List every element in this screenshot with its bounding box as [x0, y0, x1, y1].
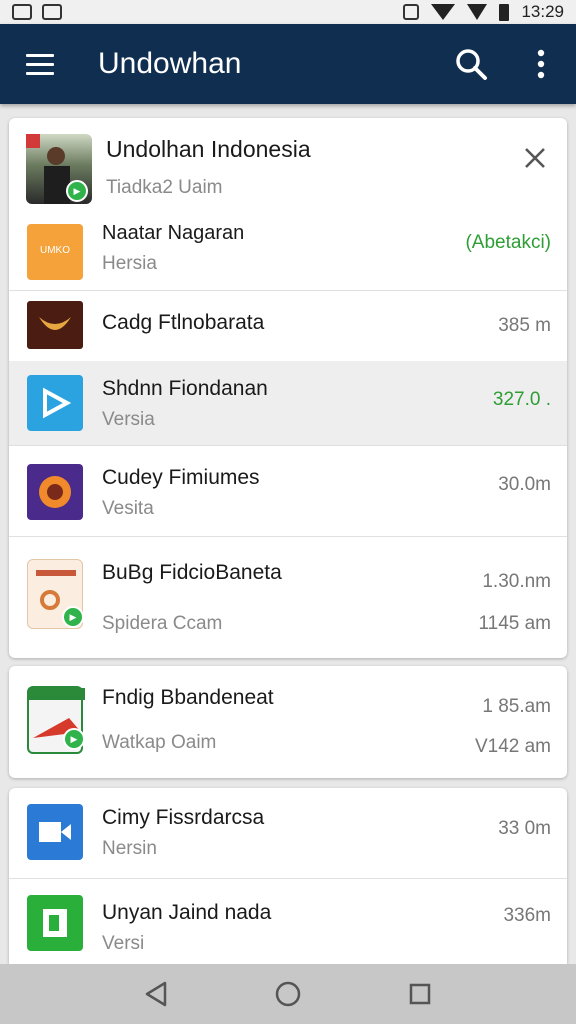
- item-progress: 327.0 .: [492, 389, 551, 410]
- back-triangle-icon[interactable]: [126, 964, 186, 1024]
- green-app-icon: [27, 895, 83, 951]
- list-item[interactable]: Cadg Ftlnobarata 385 m: [9, 291, 567, 361]
- signal-icon: [467, 4, 488, 20]
- item-subtitle: Versi: [102, 933, 145, 954]
- list-item[interactable]: ▶ BuBg FidcioBaneta Spidera Ccam 1.30.nm…: [9, 537, 567, 658]
- status-time: 13:29: [521, 2, 564, 21]
- list-item[interactable]: ▶ Fndig Bbandeneat Watkap Oaim 1 85.am V…: [9, 666, 567, 778]
- item-size: 1.30.nm: [482, 571, 551, 592]
- list-item[interactable]: UMKO Naatar Nagaran Hersia (Abetakci): [9, 210, 567, 290]
- close-icon[interactable]: [515, 138, 555, 178]
- item-time: 1145 am: [478, 613, 551, 634]
- download-list-card: Cimy Fissrdarcsa Nersin 33 0m Unyan Jain…: [9, 788, 567, 964]
- item-title: Cudey Fimiumes: [102, 466, 260, 489]
- video-app-icon: [27, 804, 83, 860]
- system-nav-bar: [0, 964, 576, 1024]
- header-item[interactable]: ▶ Undolhan Indonesia Tiadka2 Uaim: [9, 118, 567, 210]
- orange-app-icon: UMKO: [27, 224, 83, 280]
- battery-icon: [499, 3, 510, 21]
- item-subtitle: Hersia: [102, 253, 157, 274]
- item-title: Fndig Bbandeneat: [102, 686, 274, 709]
- item-subtitle: Versia: [102, 409, 155, 430]
- header-title: Undolhan Indonesia: [106, 136, 311, 162]
- calendar-app-icon: ▶: [27, 686, 85, 754]
- play-badge-icon: ▶: [66, 180, 88, 202]
- item-subtitle: Watkap Oaim: [102, 732, 217, 753]
- list-item[interactable]: Cimy Fissrdarcsa Nersin 33 0m: [9, 788, 567, 878]
- list-item-selected[interactable]: Shdnn Fiondanan Versia 327.0 .: [9, 361, 567, 445]
- banana-app-icon: [27, 301, 83, 349]
- item-title: BuBg FidcioBaneta: [102, 561, 282, 584]
- item-size: 33 0m: [498, 818, 551, 839]
- item-time: V142 am: [474, 736, 551, 757]
- search-icon[interactable]: [436, 24, 506, 104]
- wifi-icon: [431, 4, 456, 20]
- play-app-icon: [27, 375, 83, 431]
- image-notification-icon: [42, 4, 62, 20]
- sunflower-app-icon: [27, 464, 83, 520]
- item-size: 385 m: [498, 315, 551, 336]
- play-badge-icon: ▶: [62, 606, 84, 628]
- list-item[interactable]: Cudey Fimiumes Vesita 30.0m: [9, 446, 567, 536]
- item-size: 1 85.am: [482, 696, 551, 717]
- item-title: Shdnn Fiondanan: [102, 377, 268, 400]
- download-list-card: ▶ Fndig Bbandeneat Watkap Oaim 1 85.am V…: [9, 666, 567, 778]
- list-item[interactable]: Unyan Jaind nada Versi 336m: [9, 879, 567, 964]
- hamburger-menu-icon[interactable]: [0, 24, 80, 104]
- app-title: Undowhan: [98, 47, 242, 80]
- item-title: Naatar Nagaran: [102, 222, 245, 244]
- header-subtitle: Tiadka2 Uaim: [106, 177, 223, 198]
- app-bar: Undowhan: [0, 24, 576, 104]
- item-size: 336m: [503, 905, 551, 926]
- item-subtitle: Spidera Ccam: [102, 613, 223, 634]
- header-photo-icon: ▶: [26, 134, 92, 204]
- play-badge-icon: ▶: [63, 728, 85, 750]
- item-size: 30.0m: [498, 474, 551, 495]
- notification-icon: [12, 4, 32, 20]
- download-list-card: ▶ Undolhan Indonesia Tiadka2 Uaim UMKO N…: [9, 118, 567, 658]
- item-status: (Abetakci): [465, 232, 551, 253]
- item-title: Cadg Ftlnobarata: [102, 311, 265, 334]
- more-vert-icon[interactable]: [506, 24, 576, 104]
- document-app-icon: ▶: [27, 559, 84, 629]
- item-subtitle: Vesita: [102, 498, 154, 519]
- status-bar: 13:29: [0, 0, 576, 24]
- alarm-icon: [403, 4, 420, 20]
- item-subtitle: Nersin: [102, 838, 157, 859]
- recents-square-icon[interactable]: [390, 964, 450, 1024]
- item-title: Cimy Fissrdarcsa: [102, 806, 265, 829]
- home-circle-icon[interactable]: [258, 964, 318, 1024]
- item-title: Unyan Jaind nada: [102, 901, 272, 924]
